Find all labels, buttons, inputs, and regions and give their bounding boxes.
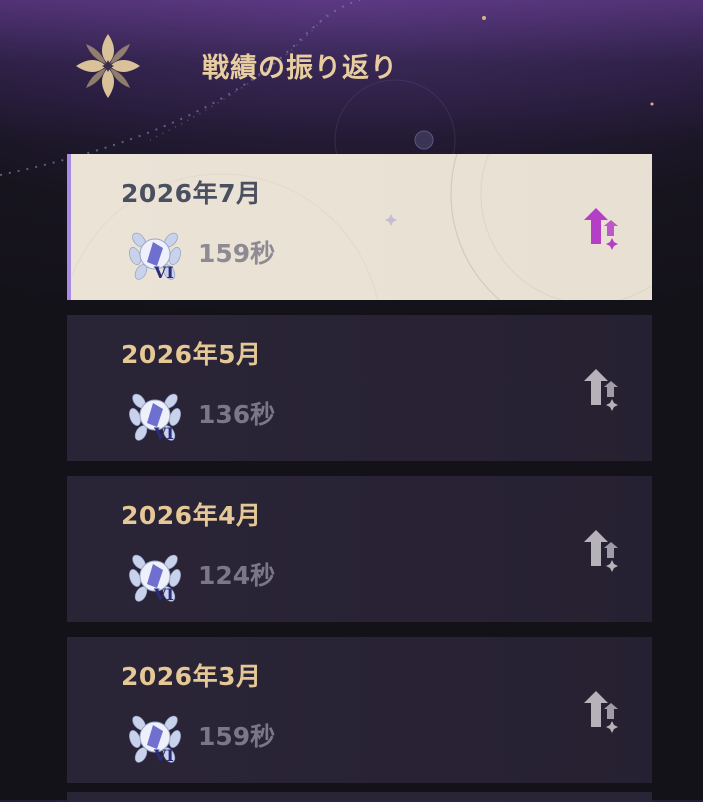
page-header: 戦績の振り返り	[0, 0, 703, 140]
record-card[interactable]: 2026年7月 VI 159秒	[67, 154, 652, 300]
record-list: 2026年7月 VI 159秒 2026年5月 VI 136秒 2026年4月 …	[67, 154, 652, 798]
sparkle-up-arrow-icon[interactable]	[582, 367, 622, 411]
record-time: 124秒	[198, 561, 276, 590]
record-month: 2026年3月	[121, 662, 262, 691]
record-month: 2026年7月	[121, 179, 262, 208]
rank-label: VI	[153, 746, 174, 765]
page-title: 戦績の振り返り	[202, 53, 398, 84]
sparkle-up-arrow-icon[interactable]	[582, 689, 622, 733]
rank-label: VI	[153, 585, 174, 604]
sparkle-up-arrow-icon[interactable]	[582, 528, 622, 572]
record-time: 159秒	[198, 239, 276, 268]
record-time: 159秒	[198, 722, 276, 751]
next-record-card-edge[interactable]	[67, 792, 652, 802]
laurel-rank-badge-icon: VI	[129, 715, 181, 765]
record-card[interactable]: 2026年5月 VI 136秒	[67, 315, 652, 461]
laurel-rank-badge-icon: VI	[129, 232, 181, 282]
rank-label: VI	[153, 263, 174, 282]
four-petal-emblem-icon	[76, 34, 140, 98]
record-month: 2026年5月	[121, 340, 262, 369]
laurel-rank-badge-icon: VI	[129, 393, 181, 443]
rank-label: VI	[153, 424, 174, 443]
sparkle-up-arrow-icon[interactable]	[582, 206, 622, 250]
record-card[interactable]: 2026年4月 VI 124秒	[67, 476, 652, 622]
record-card[interactable]: 2026年3月 VI 159秒	[67, 637, 652, 783]
record-time: 136秒	[198, 400, 276, 429]
record-month: 2026年4月	[121, 501, 262, 530]
laurel-rank-badge-icon: VI	[129, 554, 181, 604]
